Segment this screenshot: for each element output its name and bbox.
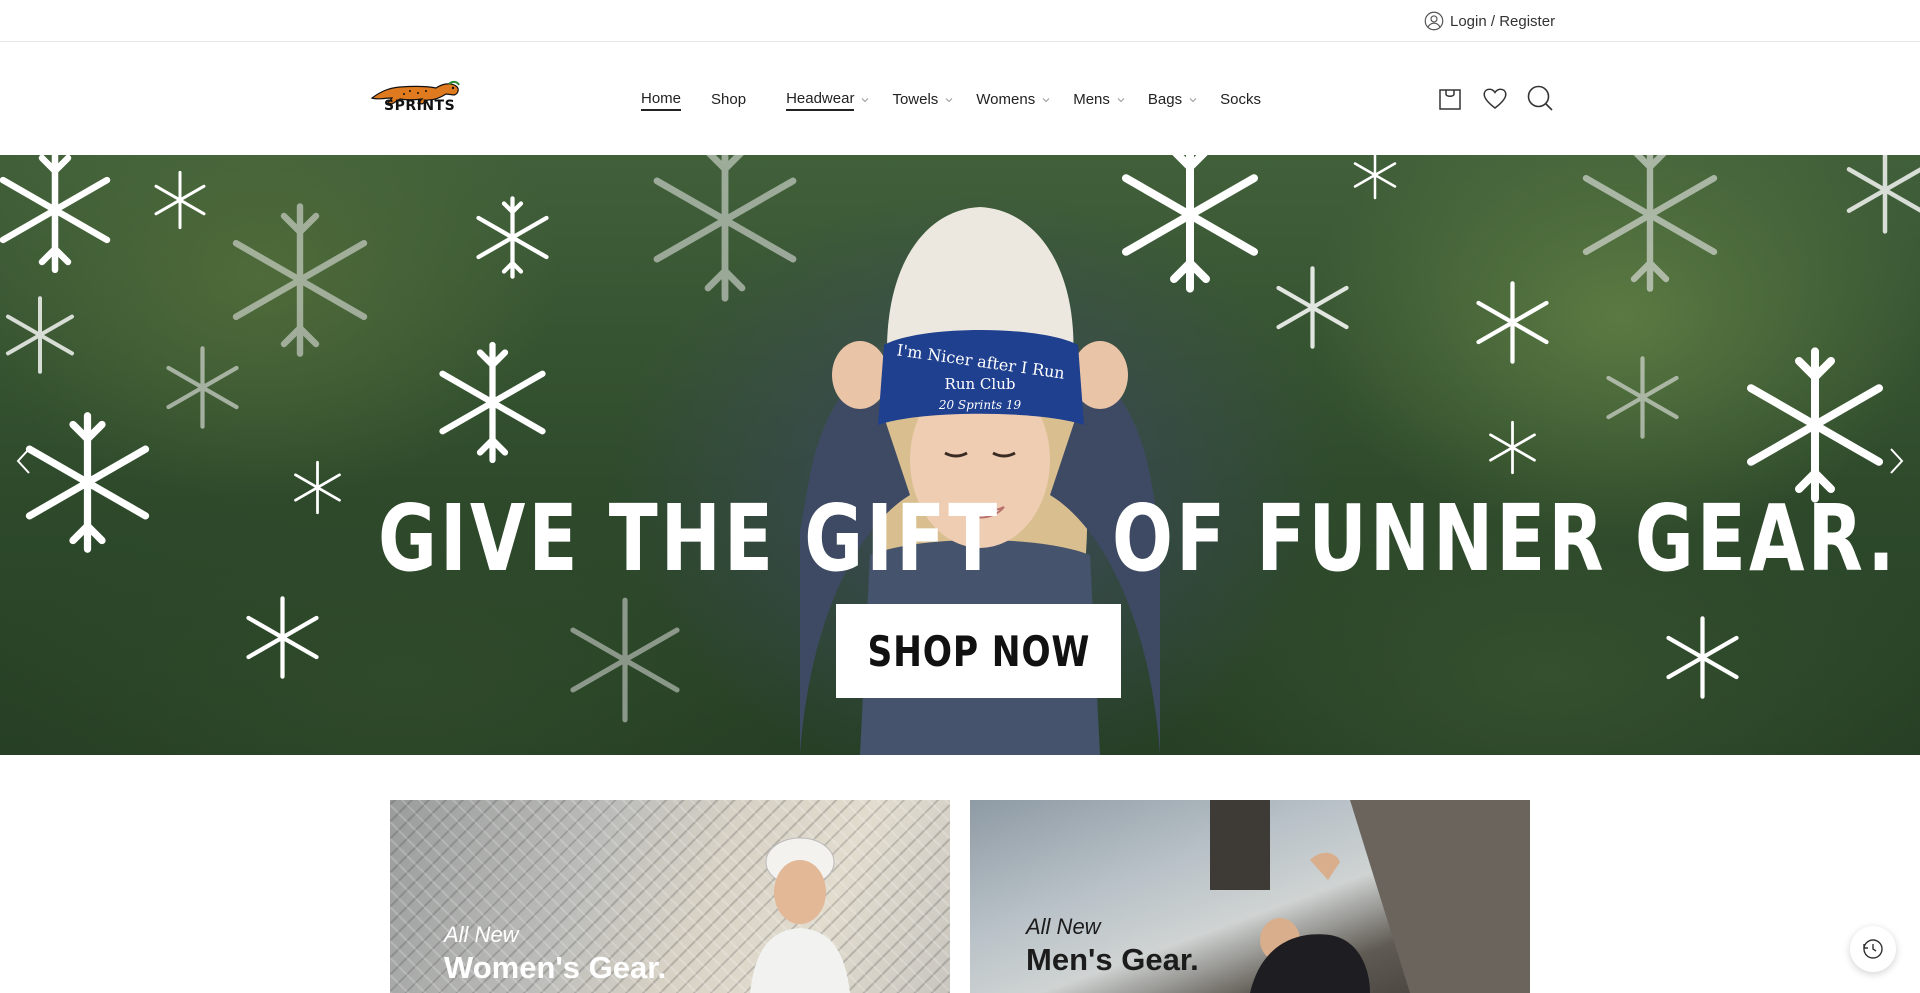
sprints-logo[interactable]: SPRINTS (370, 78, 462, 122)
nav-label-bags: Bags (1147, 90, 1183, 108)
search-icon[interactable] (1526, 84, 1554, 112)
nav-item-towels[interactable]: Towels (892, 91, 954, 110)
snowflake-icon (570, 597, 680, 723)
snowflake-icon (1353, 155, 1397, 200)
nav-label-womens: Womens (976, 90, 1036, 108)
nav-label-shop: Shop (711, 90, 747, 108)
hero-title-left: GIVE THE GIFT (378, 485, 1001, 592)
top-utility-bar: Login / Register (0, 0, 1920, 42)
heart-icon[interactable] (1481, 84, 1509, 112)
chevron-down-icon (945, 98, 953, 103)
nav-item-bags[interactable]: Bags (1148, 91, 1198, 110)
snowflake-icon (1747, 347, 1883, 503)
nav-item-socks[interactable]: Socks (1220, 91, 1261, 110)
snowflake-icon (1276, 266, 1349, 349)
header-actions (1436, 84, 1554, 112)
snowflake-icon (246, 596, 319, 679)
nav-item-mens[interactable]: Mens (1073, 91, 1126, 110)
snowflake-icon (6, 296, 74, 374)
promo-womens-sub: All New (444, 922, 519, 947)
snowflake-icon (166, 346, 239, 429)
promo-mens-sub: All New (1026, 914, 1101, 939)
beanie-text-line3: 20 Sprints 19 (938, 398, 1022, 412)
site-header: SPRINTS Home Shop Headwear Towels Womens… (0, 42, 1920, 155)
recently-viewed-button[interactable] (1850, 926, 1896, 972)
login-register-label: Login / Register (1450, 12, 1556, 30)
snowflake-icon (154, 170, 206, 230)
promo-womens-title: Women's Gear. (444, 950, 667, 985)
snowflake-icon (1846, 155, 1920, 234)
shop-now-button[interactable]: SHOP NOW (836, 604, 1121, 698)
main-navigation: Home Shop Headwear Towels Womens Mens Ba… (641, 88, 1291, 112)
snowflake-icon (1606, 356, 1679, 439)
hero-banner: I'm Nicer after I Run Run Club 20 Sprint… (0, 155, 1920, 755)
nav-item-headwear[interactable]: Headwear (786, 90, 870, 111)
nav-label-mens: Mens (1073, 90, 1110, 108)
promo-womens-model-image (750, 837, 850, 993)
snowflake-icon (294, 460, 341, 515)
promo-mens-title: Men's Gear. (1026, 942, 1199, 977)
snowflake-icon (0, 155, 111, 274)
nav-label-home: Home (641, 90, 682, 111)
chevron-down-icon (862, 98, 869, 103)
snowflake-icon (1582, 155, 1718, 292)
promo-mens-gear[interactable]: All New Men's Gear. (970, 800, 1530, 993)
promo-mens-model-image (1210, 800, 1530, 993)
snowflake-icon (1122, 155, 1258, 293)
snowflake-icon (232, 203, 368, 357)
history-icon (1863, 939, 1883, 959)
beanie-text-line2: Run Club (945, 375, 1016, 393)
snowflake-icon (476, 196, 549, 279)
snowflake-icon (439, 341, 546, 464)
nav-label-headwear: Headwear (786, 90, 855, 111)
chevron-down-icon (1042, 98, 1050, 103)
carousel-next-icon[interactable] (1886, 445, 1906, 477)
snowflake-icon (25, 412, 150, 553)
cart-icon[interactable] (1436, 84, 1464, 112)
nav-label-towels: Towels (892, 90, 939, 108)
user-icon (1424, 11, 1444, 31)
carousel-prev-icon[interactable] (14, 445, 34, 477)
snowflake-icon (1476, 281, 1549, 364)
login-register-link[interactable]: Login / Register (1424, 10, 1555, 32)
shop-now-label: SHOP NOW (867, 626, 1090, 676)
snowflake-icon (1489, 420, 1536, 475)
nav-item-home[interactable]: Home (641, 90, 682, 111)
nav-item-shop[interactable]: Shop (711, 91, 746, 110)
snowflake-icon (1666, 616, 1739, 699)
logo-wordmark: SPRINTS (384, 98, 456, 114)
snowflake-icon (653, 155, 797, 302)
hero-title-right: OF FUNNER GEAR. (1112, 485, 1898, 592)
promo-womens-gear[interactable]: All New Women's Gear. (390, 800, 950, 993)
nav-label-socks: Socks (1220, 90, 1261, 108)
chevron-down-icon (1117, 98, 1125, 103)
nav-item-womens[interactable]: Womens (976, 91, 1051, 110)
chevron-down-icon (1189, 98, 1197, 103)
